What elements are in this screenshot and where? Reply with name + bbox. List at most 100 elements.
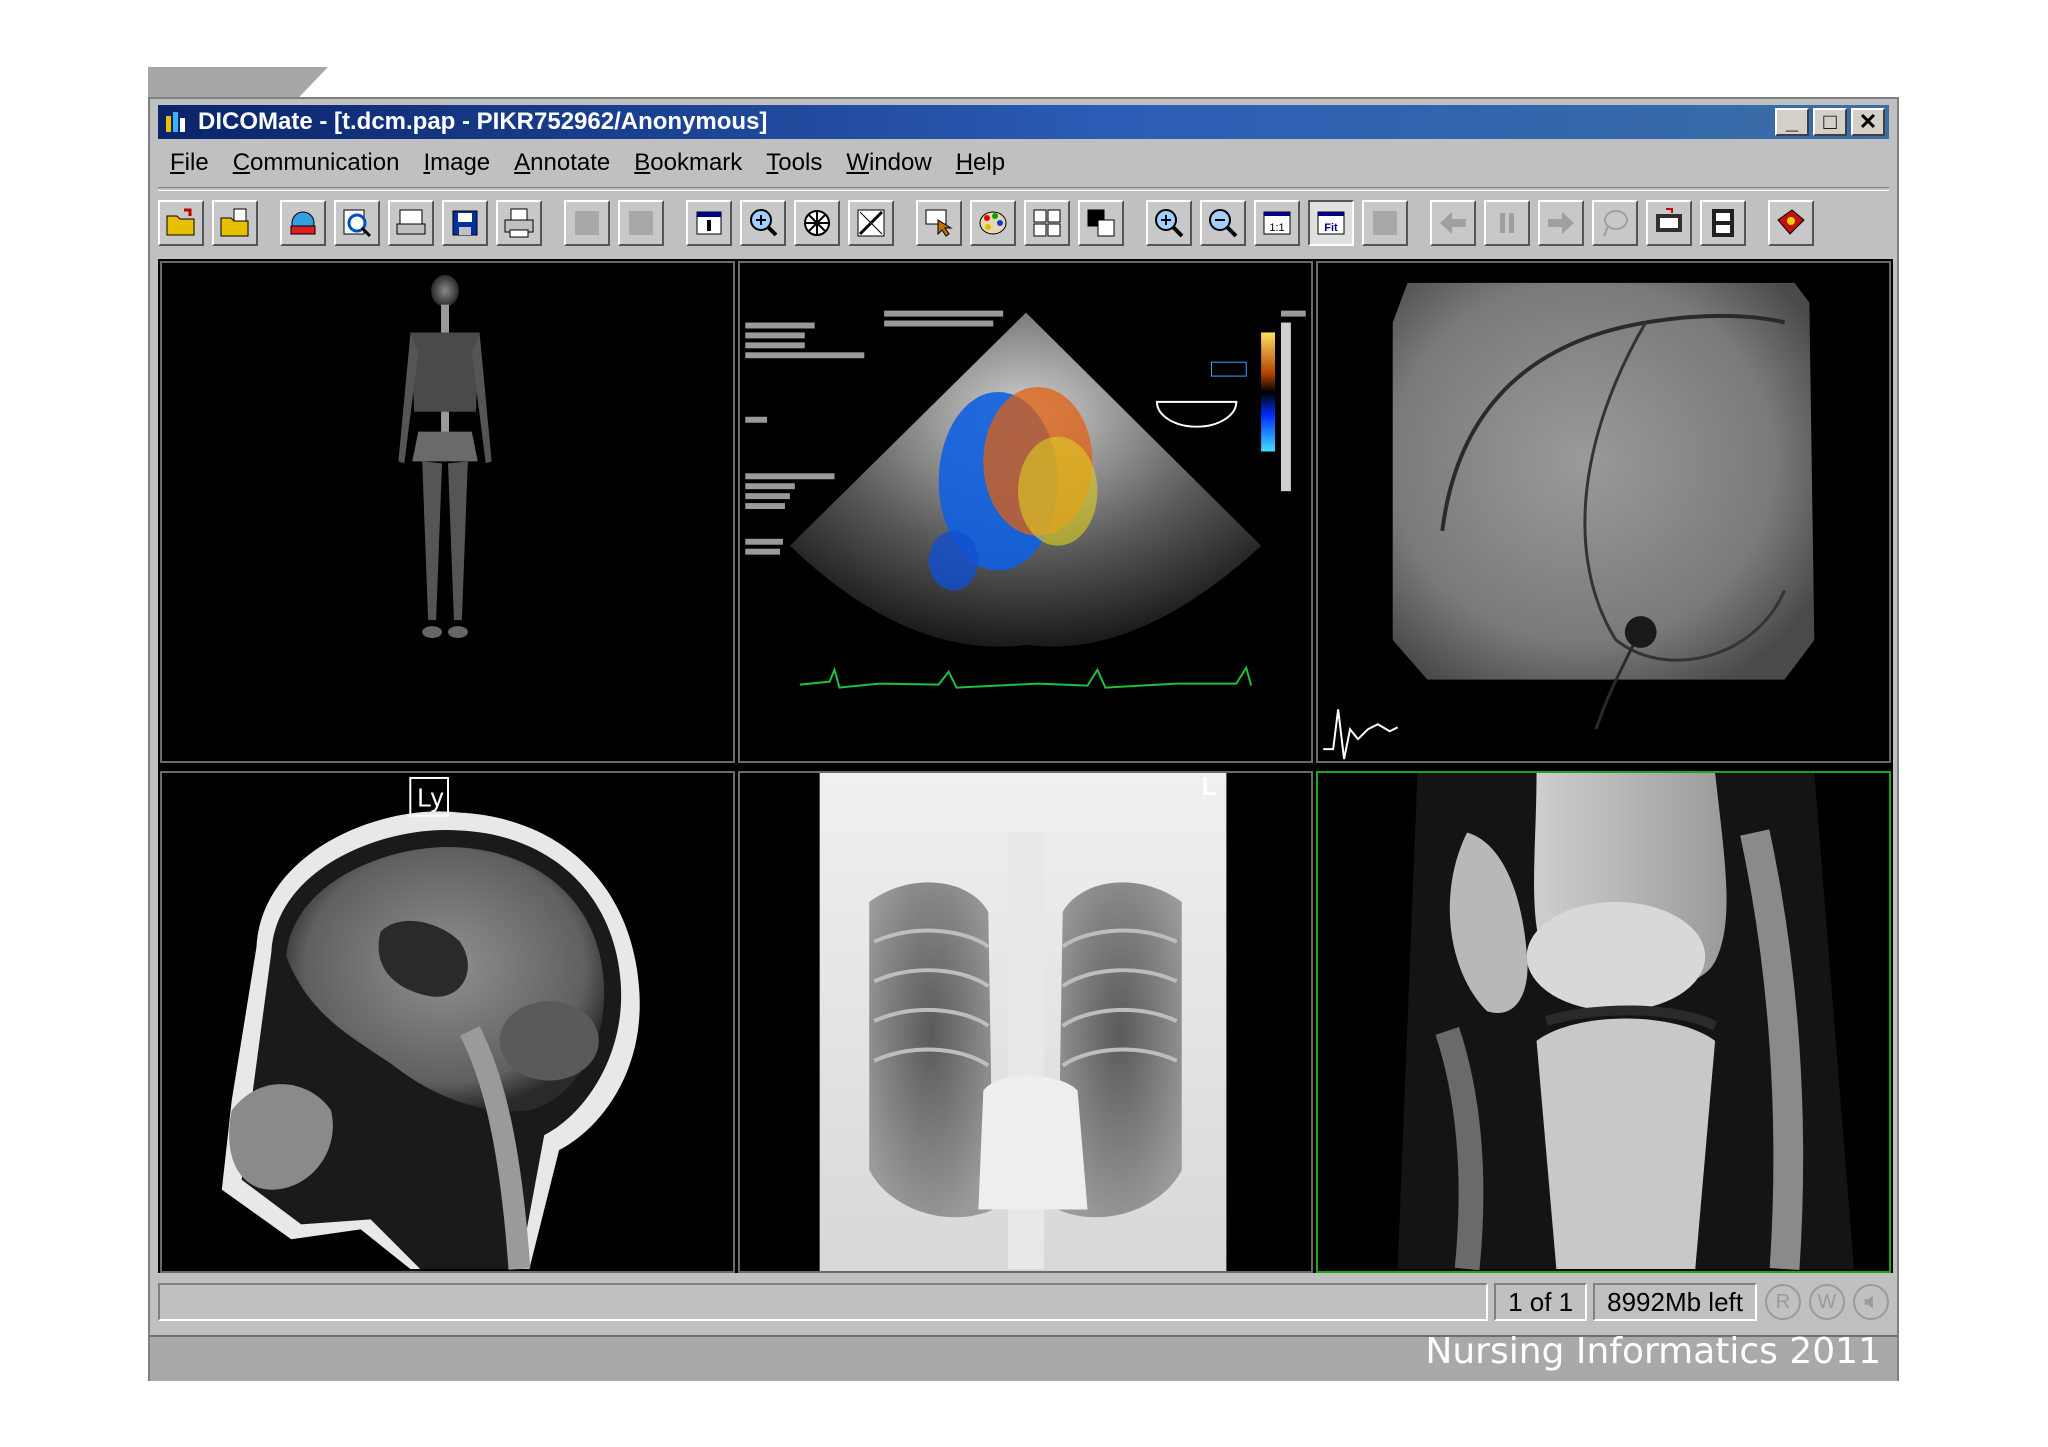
actual-size-button[interactable]: 1:1: [1254, 200, 1300, 246]
print-preview-button[interactable]: [388, 200, 434, 246]
pointer-button[interactable]: [916, 200, 962, 246]
zoom-in-button[interactable]: [1146, 200, 1192, 246]
toolbar: 1:1 Fit: [158, 195, 1889, 251]
forward-arrow-icon: [1548, 212, 1574, 234]
actual-size-icon: 1:1: [1263, 211, 1291, 235]
blank-icon: [1373, 211, 1397, 235]
read-status-icon: R: [1765, 1284, 1801, 1320]
print-icon: [504, 208, 534, 238]
knee-mri-image: [1397, 773, 1854, 1271]
window-title: DICOMate - [t.dcm.pap - PIKR752962/Anony…: [198, 108, 768, 135]
search-button[interactable]: [334, 200, 380, 246]
menu-file[interactable]: File: [158, 149, 221, 177]
filmstrip-button[interactable]: [1646, 200, 1692, 246]
pane-bone-scan[interactable]: [160, 261, 735, 763]
layout-icon: [1033, 209, 1061, 237]
open-folder-button[interactable]: [158, 200, 204, 246]
palette-icon: [979, 211, 1007, 235]
pane-marker-ly: Ly: [417, 785, 443, 813]
annotate-icon: [857, 209, 885, 237]
status-message: [158, 1283, 1489, 1321]
help-book-icon: [1777, 209, 1805, 235]
cine-wheel-icon: [804, 210, 830, 236]
actual-size-label: 1:1: [1269, 222, 1284, 234]
search-icon: [343, 209, 372, 238]
pane-echocardiogram[interactable]: [738, 261, 1313, 763]
fit-button[interactable]: Fit: [1308, 200, 1354, 246]
print-button[interactable]: [496, 200, 542, 246]
menu-separator: [158, 187, 1889, 191]
menu-bookmark[interactable]: Bookmark: [622, 149, 754, 177]
app-icon: [166, 112, 185, 132]
app-window: DICOMate - [t.dcm.pap - PIKR752962/Anony…: [148, 97, 1899, 1381]
layout-button[interactable]: [1024, 200, 1070, 246]
menu-window[interactable]: Window: [834, 149, 943, 177]
status-page: 1 of 1: [1494, 1283, 1588, 1321]
info-button[interactable]: [686, 200, 732, 246]
film-button[interactable]: [1700, 200, 1746, 246]
menu-tools[interactable]: Tools: [754, 149, 834, 177]
pane-knee-mri[interactable]: [1316, 771, 1891, 1273]
speaker-icon: [1853, 1284, 1889, 1320]
write-status-icon: W: [1809, 1284, 1845, 1320]
help-button[interactable]: [1768, 200, 1814, 246]
close-button[interactable]: ✕: [1851, 108, 1885, 136]
pane-chest-xray[interactable]: L: [738, 771, 1313, 1273]
maximize-button[interactable]: □: [1813, 108, 1847, 136]
chest-xray-image: L: [819, 773, 1227, 1271]
slide-footer-band: Nursing Informatics 2011: [150, 1331, 1897, 1381]
menu-image[interactable]: Image: [411, 149, 502, 177]
fit-label: Fit: [1324, 222, 1338, 234]
network-icon: [290, 211, 316, 235]
palette-button[interactable]: [970, 200, 1016, 246]
menu-annotate[interactable]: Annotate: [502, 149, 622, 177]
film-icon: [1712, 209, 1734, 237]
pause-button[interactable]: [1484, 200, 1530, 246]
blank-icon: [575, 211, 599, 235]
print-preview-icon: [396, 209, 426, 235]
zoom-out-icon: [1209, 209, 1238, 238]
magnifier-button[interactable]: [740, 200, 786, 246]
lasso-button[interactable]: [1592, 200, 1638, 246]
save-button[interactable]: [442, 200, 488, 246]
blank-icon: [629, 211, 653, 235]
zoom-out-button[interactable]: [1200, 200, 1246, 246]
title-bar[interactable]: DICOMate - [t.dcm.pap - PIKR752962/Anony…: [158, 105, 1889, 139]
lasso-icon: [1603, 210, 1628, 237]
menu-bar: File Communication Image Annotate Bookma…: [158, 143, 1889, 183]
filmstrip-icon: [1656, 208, 1682, 232]
bone-scan-image: [398, 274, 492, 638]
info-icon: [696, 211, 722, 235]
brain-mri-image: Ly: [221, 776, 640, 1270]
menu-communication[interactable]: Communication: [221, 149, 412, 177]
save-icon: [452, 210, 478, 236]
magnifier-icon: [750, 209, 778, 237]
open-file-icon: [220, 208, 249, 237]
echocardiogram-image: [745, 310, 1306, 689]
zoom-in-icon: [1155, 209, 1184, 238]
pause-icon: [1500, 213, 1514, 233]
network-button[interactable]: [280, 200, 326, 246]
annotate-button[interactable]: [848, 200, 894, 246]
image-viewer: Ly L: [158, 259, 1893, 1273]
open-file-button[interactable]: [212, 200, 258, 246]
menu-help[interactable]: Help: [944, 149, 1017, 177]
disabled-button-2[interactable]: [618, 200, 664, 246]
minimize-button[interactable]: _: [1775, 108, 1809, 136]
pane-brain-mri[interactable]: Ly: [160, 771, 735, 1273]
status-free-space: 8992Mb left: [1593, 1283, 1757, 1321]
forward-button[interactable]: [1538, 200, 1584, 246]
open-folder-icon: [166, 208, 195, 236]
pane-marker-l: L: [1202, 773, 1218, 801]
back-arrow-icon: [1440, 212, 1466, 234]
disabled-button-3[interactable]: [1362, 200, 1408, 246]
disabled-button-1[interactable]: [564, 200, 610, 246]
compare-button[interactable]: [1078, 200, 1124, 246]
back-button[interactable]: [1430, 200, 1476, 246]
compare-icon: [1087, 209, 1115, 237]
cine-wheel-button[interactable]: [794, 200, 840, 246]
pane-angiogram[interactable]: [1316, 261, 1891, 763]
footer-text: Nursing Informatics 2011: [1425, 1331, 1881, 1372]
angiogram-image: [1323, 282, 1815, 760]
fit-icon: Fit: [1317, 211, 1345, 235]
